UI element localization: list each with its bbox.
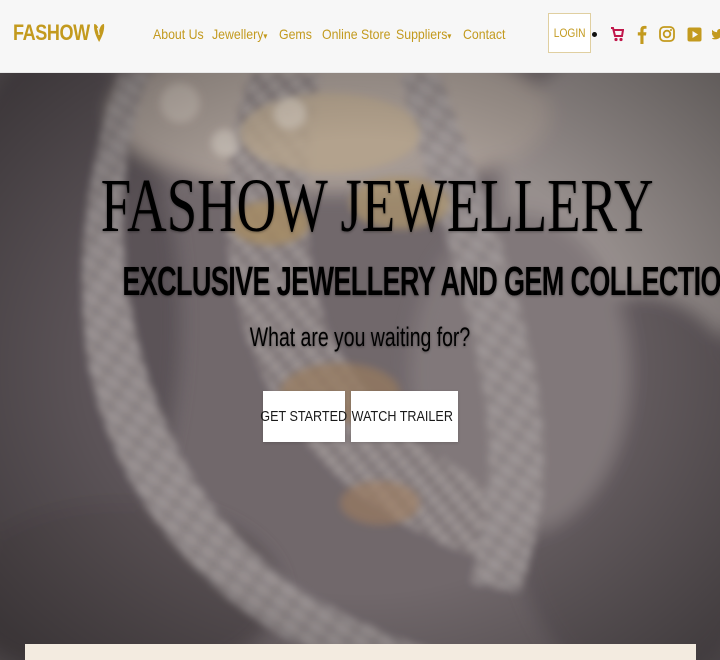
cart-icon[interactable] xyxy=(609,24,625,44)
login-label: LOGIN xyxy=(553,26,586,40)
nav-label: Online Store xyxy=(322,26,391,42)
twitter-icon[interactable] xyxy=(712,24,720,44)
get-started-label: GET STARTED xyxy=(260,408,348,425)
hero-tagline: What are you waiting for? xyxy=(249,322,471,352)
site-header: FASHOW About Us Jewellery▾ Gems Online S… xyxy=(0,0,720,73)
brand-heart-icon xyxy=(93,24,104,42)
hero-background-image xyxy=(0,73,720,660)
nav-label: Suppliers xyxy=(396,26,448,42)
get-started-button[interactable]: GET STARTED xyxy=(260,391,348,442)
nav-online-store[interactable]: Online Store xyxy=(322,26,390,42)
facebook-icon[interactable] xyxy=(635,24,649,44)
watch-trailer-label: WATCH TRAILER xyxy=(351,408,454,425)
nav-gems[interactable]: Gems xyxy=(279,26,312,42)
watch-trailer-button[interactable]: WATCH TRAILER xyxy=(351,391,458,442)
chevron-down-icon: ▾ xyxy=(447,31,452,41)
nav-jewellery[interactable]: Jewellery▾ xyxy=(212,26,267,42)
instagram-icon[interactable] xyxy=(658,24,676,44)
indicator-dot xyxy=(592,32,597,37)
brand-logo[interactable]: FASHOW xyxy=(13,20,105,46)
hero-banner: FASHOW JEWELLERY EXCLUSIVE JEWELLERY AND… xyxy=(0,73,720,660)
nav-contact[interactable]: Contact xyxy=(463,26,505,42)
chevron-down-icon: ▾ xyxy=(263,31,268,41)
nav-label: Contact xyxy=(463,26,506,42)
youtube-icon[interactable] xyxy=(685,24,703,44)
hero-title: FASHOW JEWELLERY xyxy=(100,164,654,248)
nav-suppliers[interactable]: Suppliers▾ xyxy=(396,26,451,42)
nav-label: Jewellery xyxy=(212,26,264,42)
nav-label: Gems xyxy=(279,26,312,42)
nav-label: About Us xyxy=(153,26,204,42)
hero-subtitle: EXCLUSIVE JEWELLERY AND GEM COLLECTION xyxy=(122,258,720,304)
content-panel-top xyxy=(25,644,696,660)
nav-about-us[interactable]: About Us xyxy=(153,26,204,42)
brand-name: FASHOW xyxy=(13,20,90,45)
login-button[interactable]: LOGIN xyxy=(548,13,591,53)
